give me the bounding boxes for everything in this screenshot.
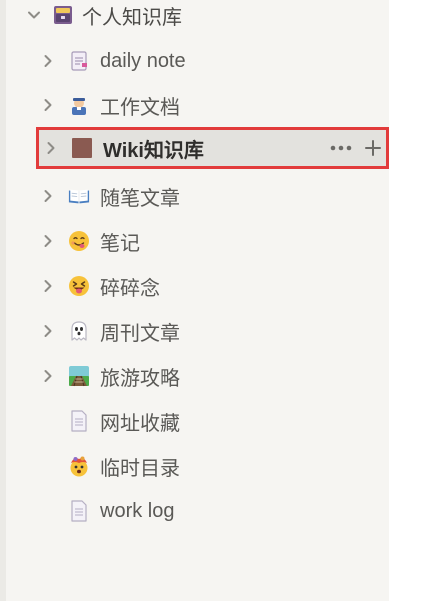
tree-item-essays[interactable]: 随笔文章 — [32, 176, 389, 216]
tree-item-wiki[interactable]: Wiki知识库 — [36, 127, 389, 169]
page-icon — [68, 500, 90, 522]
tree-item-label: Wiki知识库 — [103, 139, 204, 162]
notepad-icon — [68, 50, 90, 72]
office-worker-icon — [68, 94, 90, 116]
more-options-icon[interactable] — [330, 137, 352, 159]
tree-item-temp[interactable]: 临时目录 — [32, 446, 389, 486]
add-icon[interactable] — [364, 137, 382, 159]
railway-track-icon — [68, 365, 90, 387]
tree-item-label: 临时目录 — [100, 457, 180, 480]
tree-item-work-log[interactable]: work log — [32, 491, 389, 531]
tree-item-label: 周刊文章 — [100, 322, 180, 345]
tree-item-notes[interactable]: 笔记 — [32, 221, 389, 261]
tree-item-label: 网址收藏 — [100, 412, 180, 435]
chevron-right-icon[interactable] — [38, 366, 58, 386]
tree-root-label: 个人知识库 — [82, 6, 182, 29]
tree-item-label: 旅游攻略 — [100, 367, 180, 390]
tree-item-label: 碎碎念 — [100, 277, 160, 300]
chevron-right-icon[interactable] — [38, 95, 58, 115]
tree-item-label: 随笔文章 — [100, 187, 180, 210]
chevron-right-icon[interactable] — [38, 321, 58, 341]
tree-root[interactable]: 个人知识库 — [18, 0, 182, 30]
sidebar: 个人知识库 daily note 工作文档 Wiki知识库 随笔文章 笔记 碎碎… — [6, 0, 389, 601]
tree-item-weekly[interactable]: 周刊文章 — [32, 311, 389, 351]
chevron-right-icon[interactable] — [41, 138, 61, 158]
tree-item-daily-note[interactable]: daily note — [32, 41, 389, 81]
tree-item-travel[interactable]: 旅游攻略 — [32, 356, 389, 396]
tree-item-label: work log — [100, 499, 175, 522]
chevron-right-icon[interactable] — [38, 51, 58, 71]
yum-face-icon — [68, 230, 90, 252]
brown-square-icon — [71, 137, 93, 159]
card-box-icon — [52, 4, 74, 26]
exploding-head-icon — [68, 455, 90, 477]
tree-item-label: 笔记 — [100, 232, 140, 255]
tree-item-label: 工作文档 — [100, 96, 180, 119]
row-actions — [330, 137, 382, 159]
chevron-right-icon[interactable] — [38, 186, 58, 206]
ghost-icon — [68, 320, 90, 342]
open-book-icon — [68, 185, 90, 207]
tree-item-bookmarks[interactable]: 网址收藏 — [32, 401, 389, 441]
squinting-tongue-face-icon — [68, 275, 90, 297]
tree-item-work-docs[interactable]: 工作文档 — [32, 85, 389, 125]
tree-item-label: daily note — [100, 49, 186, 72]
chevron-down-icon[interactable] — [24, 5, 44, 25]
chevron-right-icon[interactable] — [38, 276, 58, 296]
tree-item-murmurs[interactable]: 碎碎念 — [32, 266, 389, 306]
chevron-right-icon[interactable] — [38, 231, 58, 251]
page-icon — [68, 410, 90, 432]
